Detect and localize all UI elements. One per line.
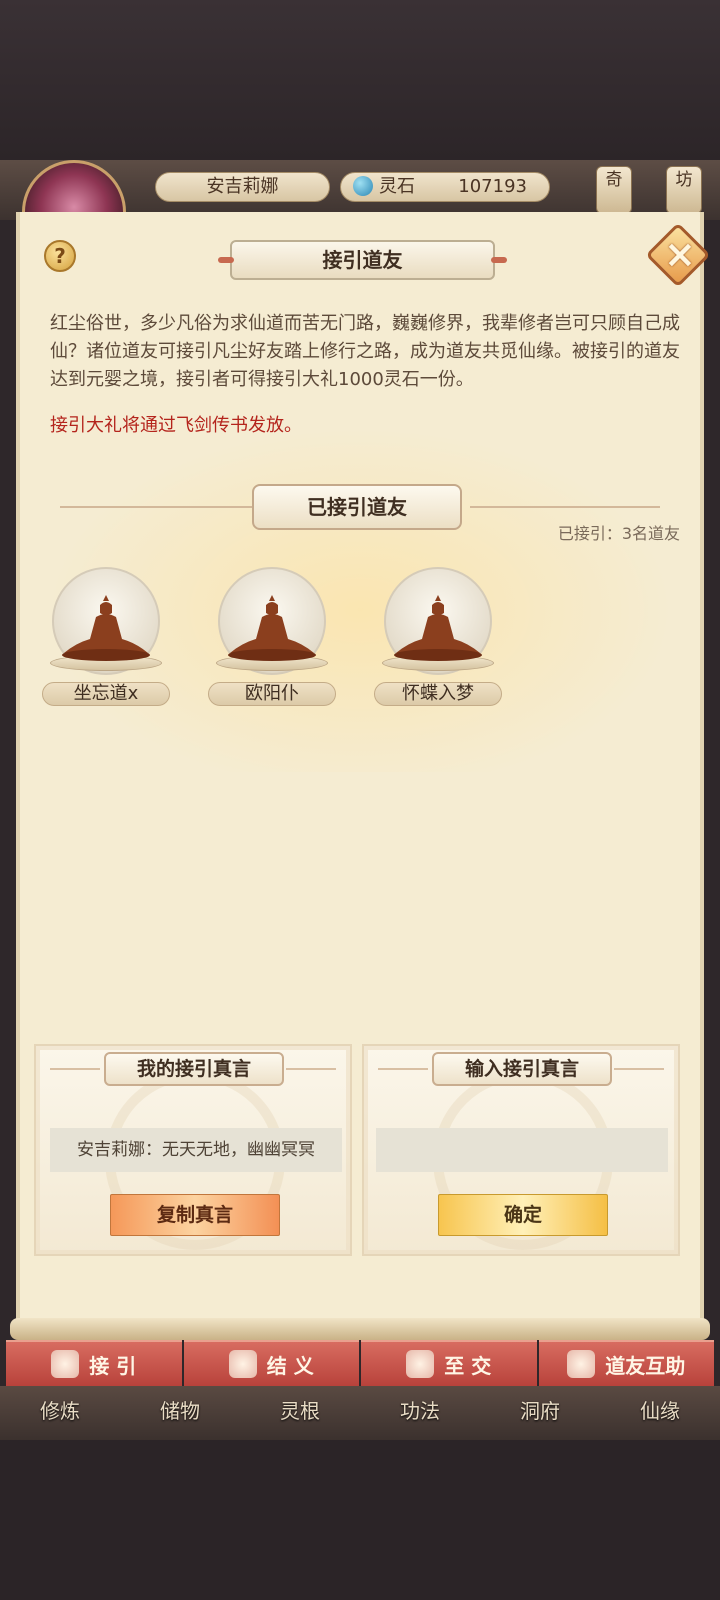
spirit-stone-counter: 灵石 107193 <box>340 172 550 202</box>
heart-icon <box>406 1350 435 1378</box>
tab-close-friend[interactable]: 至 交 <box>361 1340 537 1386</box>
hud-tab-fang[interactable]: 坊 <box>666 166 702 214</box>
friend-name: 怀蝶入梦 <box>374 682 502 706</box>
tab-mutual-help[interactable]: 道友互助 <box>538 1340 714 1386</box>
section-title: 已接引道友 <box>252 484 462 530</box>
tab-sworn-label: 结 义 <box>266 1353 314 1378</box>
notice-text: 接引大礼将通过飞剑传书发放。 <box>50 415 302 436</box>
section-divider-right <box>470 506 660 508</box>
card-divider-left <box>50 1068 100 1070</box>
invite-sub-tabs: 接 引 结 义 至 交 道友互助 <box>6 1340 714 1386</box>
invite-code-input[interactable] <box>376 1128 668 1172</box>
help-icon <box>567 1350 596 1378</box>
top-hud: 安吉莉娜 灵石 107193 奇 坊 <box>0 160 720 264</box>
friend-slot[interactable]: 怀蝶入梦 <box>374 567 504 712</box>
tab-sworn[interactable]: 结 义 <box>183 1340 359 1386</box>
currency-value: 107193 <box>458 176 527 197</box>
card-divider-left <box>378 1068 428 1070</box>
friend-name: 欧阳仆 <box>208 682 336 706</box>
copy-code-button[interactable]: 复制真言 <box>110 1194 280 1236</box>
card-divider-right <box>614 1068 664 1070</box>
person-icon <box>51 1350 80 1378</box>
dialog-title: 接引道友 <box>218 240 507 280</box>
player-name: 安吉莉娜 <box>155 172 330 202</box>
spirit-stone-icon <box>353 176 373 196</box>
nav-skills[interactable]: 功法 <box>360 1386 480 1442</box>
nav-cave[interactable]: 洞府 <box>480 1386 600 1442</box>
nav-spirit-root[interactable]: 灵根 <box>240 1386 360 1442</box>
tab-invite-label: 接 引 <box>89 1353 137 1378</box>
confirm-button[interactable]: 确定 <box>438 1194 608 1236</box>
enter-code-title: 输入接引真言 <box>432 1052 612 1086</box>
invited-count: 已接引：3名道友 <box>557 524 680 543</box>
nav-fate[interactable]: 仙缘 <box>600 1386 720 1442</box>
card-divider-right <box>286 1068 336 1070</box>
meditating-figure-icon <box>62 595 150 661</box>
enter-invite-code-card: 输入接引真言 确定 <box>362 1044 680 1256</box>
nav-storage[interactable]: 储物 <box>120 1386 240 1442</box>
close-icon[interactable]: × <box>664 232 696 276</box>
background-top <box>0 0 720 160</box>
tab-mutual-help-label: 道友互助 <box>605 1353 686 1378</box>
nav-cultivate[interactable]: 修炼 <box>0 1386 120 1442</box>
background-bottom <box>0 1440 720 1600</box>
tab-close-friend-label: 至 交 <box>444 1353 492 1378</box>
invite-friend-dialog: ? 接引道友 × 红尘俗世，多少凡俗为求仙道而苦无门路，巍巍修界，我辈修者岂可只… <box>16 212 711 1332</box>
my-invite-code: 安吉莉娜：无天无地，幽幽冥冥 <box>50 1128 342 1172</box>
my-code-title: 我的接引真言 <box>104 1052 284 1086</box>
section-divider-left <box>60 506 255 508</box>
currency-label: 灵石 <box>379 176 415 197</box>
friend-slot[interactable]: 坐忘道x <box>42 567 172 712</box>
friend-slot[interactable]: 欧阳仆 <box>208 567 338 712</box>
meditating-figure-icon <box>228 595 316 661</box>
scroll-roller <box>10 1318 710 1340</box>
bottom-nav: 修炼 储物 灵根 功法 洞府 仙缘 <box>0 1386 720 1442</box>
hands-icon <box>228 1350 257 1378</box>
tab-invite[interactable]: 接 引 <box>6 1340 182 1386</box>
my-invite-code-card: 我的接引真言 安吉莉娜：无天无地，幽幽冥冥 复制真言 <box>34 1044 352 1256</box>
friend-name: 坐忘道x <box>42 682 170 706</box>
help-button[interactable]: ? <box>44 240 76 272</box>
meditating-figure-icon <box>394 595 482 661</box>
hud-tab-qi[interactable]: 奇 <box>596 166 632 214</box>
intro-text: 红尘俗世，多少凡俗为求仙道而苦无门路，巍巍修界，我辈修者岂可只顾自己成仙？诸位道… <box>50 313 680 390</box>
